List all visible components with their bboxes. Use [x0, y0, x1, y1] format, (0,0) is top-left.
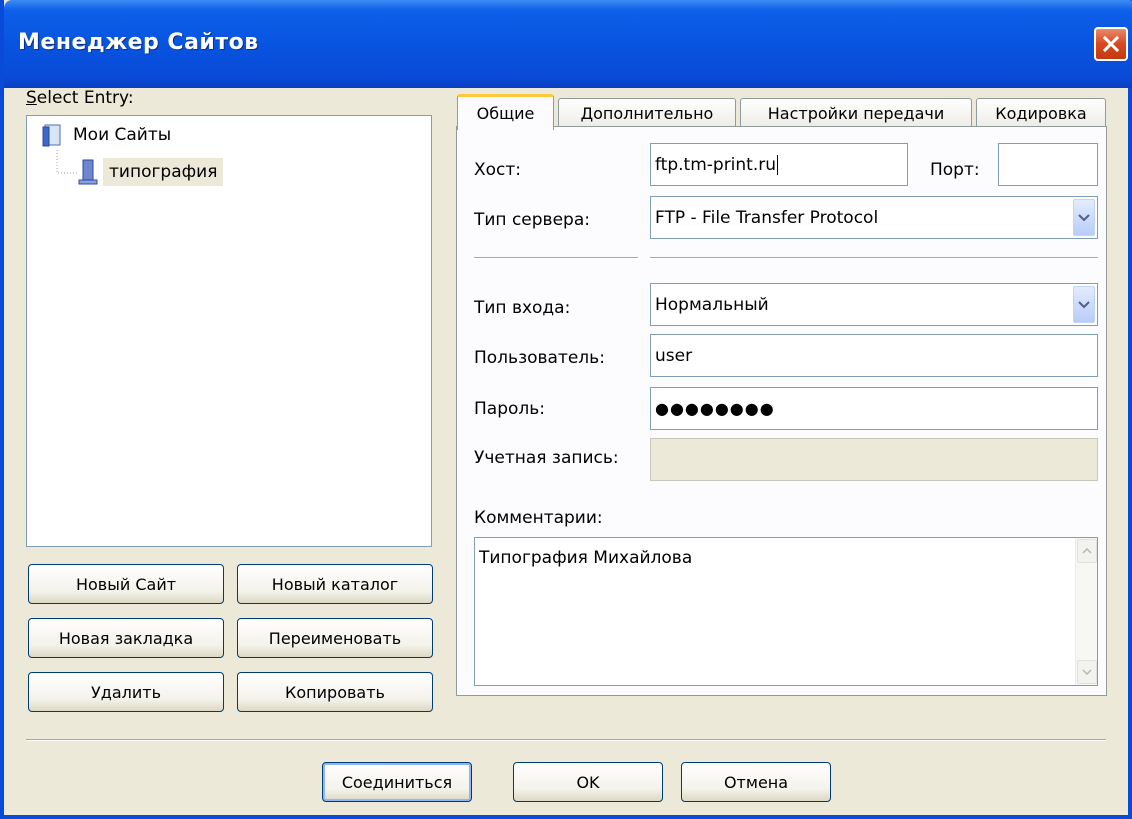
separator [650, 257, 1098, 259]
logon-type-value: Нормальный [655, 294, 769, 315]
logon-type-label: Тип входа: [474, 298, 571, 318]
new-bookmark-button[interactable]: Новая закладка [28, 618, 224, 658]
host-field[interactable]: ftp.tm-print.ru [650, 143, 908, 186]
password-field[interactable]: ●●●●●●●● [650, 387, 1098, 430]
tab-label: Дополнительно [580, 104, 714, 123]
window-title: Менеджер Сайтов [18, 30, 259, 55]
chevron-down-icon[interactable] [1073, 199, 1095, 236]
tab-general[interactable]: Общие [457, 94, 554, 130]
chevron-down-icon[interactable] [1073, 286, 1095, 323]
host-value: ftp.tm-print.ru [655, 154, 777, 175]
folder-icon [42, 124, 61, 147]
user-label: Пользователь: [474, 348, 605, 368]
select-entry-label-rest: elect Entry: [36, 88, 134, 108]
comments-field[interactable]: Типография Михайлова [474, 537, 1098, 686]
server-type-label: Тип сервера: [474, 210, 590, 230]
separator [474, 257, 638, 259]
host-label: Хост: [474, 160, 522, 180]
close-button[interactable] [1094, 27, 1128, 61]
close-icon [1102, 35, 1120, 53]
site-tree[interactable]: Мои Сайты типография [26, 115, 432, 547]
footer-separator [26, 739, 1106, 741]
copy-button[interactable]: Копировать [237, 672, 433, 712]
user-field[interactable]: user [650, 334, 1098, 377]
port-field[interactable] [998, 143, 1098, 186]
tree-item-my-sites[interactable]: Мои Сайты [41, 122, 171, 148]
tab-transfer-settings[interactable]: Настройки передачи [740, 98, 972, 128]
scroll-up-icon[interactable] [1077, 539, 1097, 563]
port-label: Порт: [930, 160, 980, 180]
server-type-value: FTP - File Transfer Protocol [655, 207, 879, 228]
delete-label: Удалить [91, 682, 161, 702]
comments-label: Комментарии: [474, 508, 603, 528]
select-entry-label: Select Entry: [26, 88, 134, 108]
ok-button[interactable]: OK [513, 762, 663, 802]
tab-label: Кодировка [995, 104, 1087, 123]
rename-button[interactable]: Переименовать [237, 618, 433, 658]
new-folder-button[interactable]: Новый каталог [237, 564, 433, 604]
tab-label: Общие [476, 104, 535, 123]
tab-advanced[interactable]: Дополнительно [558, 98, 736, 128]
server-icon [78, 159, 98, 185]
copy-label: Копировать [285, 682, 385, 702]
account-field [650, 438, 1098, 481]
password-value: ●●●●●●●● [655, 399, 775, 418]
title-bar[interactable]: Менеджер Сайтов [4, 0, 1132, 88]
ok-label: OK [576, 772, 600, 792]
tree-item-label: типография [103, 158, 224, 186]
new-site-label: Новый Сайт [75, 574, 177, 594]
tab-label: Настройки передачи [767, 104, 945, 123]
connect-label: Соединиться [341, 772, 453, 792]
new-folder-label: Новый каталог [271, 574, 399, 594]
scroll-down-icon[interactable] [1077, 660, 1097, 684]
cancel-label: Отмена [723, 772, 789, 792]
tab-charset[interactable]: Кодировка [976, 98, 1106, 128]
delete-button[interactable]: Удалить [28, 672, 224, 712]
tree-item-typography[interactable]: типография [77, 158, 224, 186]
server-type-select[interactable]: FTP - File Transfer Protocol [650, 196, 1098, 239]
tree-item-label: Мои Сайты [73, 125, 172, 145]
new-bookmark-label: Новая закладка [58, 628, 194, 648]
comments-value: Типография Михайлова [479, 548, 693, 568]
comments-scrollbar[interactable] [1075, 538, 1097, 685]
new-site-button[interactable]: Новый Сайт [28, 564, 224, 604]
user-value: user [655, 345, 693, 366]
password-label: Пароль: [474, 399, 546, 419]
connect-button[interactable]: Соединиться [322, 762, 472, 802]
logon-type-select[interactable]: Нормальный [650, 283, 1098, 326]
cancel-button[interactable]: Отмена [681, 762, 831, 802]
account-label: Учетная запись: [474, 448, 619, 468]
rename-label: Переименовать [268, 628, 402, 648]
